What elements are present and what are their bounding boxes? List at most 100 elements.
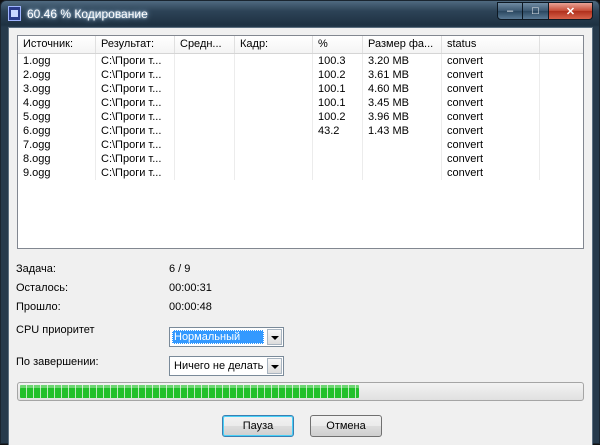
- cell-file-size: [363, 138, 442, 152]
- cell-filler: [540, 82, 583, 96]
- table-row[interactable]: 2.ogg C:\Проги т... 100.2 3.61 MB convert: [18, 68, 583, 82]
- cell-filler: [540, 54, 583, 68]
- cell-frame: [235, 110, 313, 124]
- table-row[interactable]: 1.ogg C:\Проги т... 100.3 3.20 MB convert: [18, 54, 583, 68]
- cell-source: 7.ogg: [18, 138, 96, 152]
- cell-status: convert: [442, 68, 540, 82]
- cell-percent: 100.2: [313, 68, 363, 82]
- cell-filler: [540, 166, 583, 180]
- elapsed-value: 00:00:48: [169, 301, 212, 313]
- cell-result: C:\Проги т...: [96, 54, 175, 68]
- cell-average: [175, 110, 235, 124]
- cell-frame: [235, 96, 313, 110]
- cancel-button[interactable]: Отмена: [310, 415, 382, 437]
- cell-average: [175, 54, 235, 68]
- on-finish-value: Ничего не делать: [174, 360, 264, 372]
- cell-result: C:\Проги т...: [96, 96, 175, 110]
- pause-button[interactable]: Пауза: [222, 415, 294, 437]
- cell-average: [175, 138, 235, 152]
- cell-frame: [235, 82, 313, 96]
- cell-status: convert: [442, 54, 540, 68]
- cell-filler: [540, 110, 583, 124]
- cell-percent: 43.2: [313, 124, 363, 138]
- cell-filler: [540, 68, 583, 82]
- cell-frame: [235, 166, 313, 180]
- cell-filler: [540, 96, 583, 110]
- cell-status: convert: [442, 96, 540, 110]
- chevron-down-icon[interactable]: [267, 358, 282, 374]
- cell-file-size: [363, 152, 442, 166]
- close-button[interactable]: ✕: [549, 2, 593, 20]
- cpu-priority-value: Нормальный: [172, 330, 264, 344]
- minimize-button[interactable]: –: [497, 2, 523, 20]
- table-row[interactable]: 4.ogg C:\Проги т... 100.1 3.45 MB convert: [18, 96, 583, 110]
- cell-average: [175, 68, 235, 82]
- column-header-average[interactable]: Средн...: [175, 36, 235, 53]
- cell-filler: [540, 138, 583, 152]
- list-header: Источник: Результат: Средн... Кадр: % Ра…: [18, 36, 583, 54]
- cell-frame: [235, 124, 313, 138]
- column-header-percent[interactable]: %: [313, 36, 363, 53]
- cell-result: C:\Проги т...: [96, 124, 175, 138]
- cell-average: [175, 96, 235, 110]
- cell-file-size: 4.60 MB: [363, 82, 442, 96]
- cell-source: 2.ogg: [18, 68, 96, 82]
- cell-filler: [540, 124, 583, 138]
- remaining-label: Осталось:: [16, 282, 69, 294]
- column-header-frame[interactable]: Кадр:: [235, 36, 313, 53]
- task-label: Задача:: [16, 263, 56, 275]
- column-header-filler: [540, 36, 583, 53]
- column-header-result[interactable]: Результат:: [96, 36, 175, 53]
- cell-average: [175, 124, 235, 138]
- cell-source: 9.ogg: [18, 166, 96, 180]
- cell-status: convert: [442, 166, 540, 180]
- close-icon: ✕: [565, 5, 576, 18]
- cell-file-size: 3.96 MB: [363, 110, 442, 124]
- cell-average: [175, 166, 235, 180]
- cpu-priority-label: CPU приоритет: [16, 324, 95, 336]
- cell-status: convert: [442, 152, 540, 166]
- cell-file-size: 3.45 MB: [363, 96, 442, 110]
- window-title: 60.46 % Кодирование: [27, 7, 148, 21]
- column-header-source[interactable]: Источник:: [18, 36, 96, 53]
- table-row[interactable]: 8.ogg C:\Проги т... convert: [18, 152, 583, 166]
- minimize-icon: –: [506, 5, 514, 17]
- table-row[interactable]: 7.ogg C:\Проги т... convert: [18, 138, 583, 152]
- cell-file-size: [363, 166, 442, 180]
- cell-frame: [235, 152, 313, 166]
- chevron-down-icon[interactable]: [267, 329, 282, 345]
- cell-source: 4.ogg: [18, 96, 96, 110]
- on-finish-select[interactable]: Ничего не делать: [169, 356, 284, 376]
- table-row[interactable]: 6.ogg C:\Проги т... 43.2 1.43 MB convert: [18, 124, 583, 138]
- dialog-client-area: Источник: Результат: Средн... Кадр: % Ра…: [8, 27, 593, 445]
- table-row[interactable]: 5.ogg C:\Проги т... 100.2 3.96 MB convert: [18, 110, 583, 124]
- cell-percent: 100.3: [313, 54, 363, 68]
- title-bar[interactable]: 60.46 % Кодирование – □ ✕: [1, 1, 599, 27]
- progress-fill: [20, 385, 360, 398]
- cell-frame: [235, 54, 313, 68]
- maximize-button[interactable]: □: [523, 2, 549, 20]
- cell-source: 6.ogg: [18, 124, 96, 138]
- maximize-icon: □: [532, 5, 539, 17]
- column-header-status[interactable]: status: [442, 36, 540, 53]
- cell-frame: [235, 68, 313, 82]
- list-rows: 1.ogg C:\Проги т... 100.3 3.20 MB convert 2.o…: [18, 54, 583, 180]
- table-row[interactable]: 9.ogg C:\Проги т... convert: [18, 166, 583, 180]
- encoding-progress-bar: [17, 382, 584, 401]
- remaining-value: 00:00:31: [169, 282, 212, 294]
- cell-status: convert: [442, 82, 540, 96]
- table-row[interactable]: 3.ogg C:\Проги т... 100.1 4.60 MB convert: [18, 82, 583, 96]
- column-header-file-size[interactable]: Размер фа...: [363, 36, 442, 53]
- cell-file-size: 1.43 MB: [363, 124, 442, 138]
- cell-status: convert: [442, 138, 540, 152]
- elapsed-label: Прошло:: [16, 301, 61, 313]
- cell-result: C:\Проги т...: [96, 82, 175, 96]
- cell-status: convert: [442, 110, 540, 124]
- cell-percent: [313, 138, 363, 152]
- cell-result: C:\Проги т...: [96, 138, 175, 152]
- cell-percent: 100.2: [313, 110, 363, 124]
- cell-average: [175, 152, 235, 166]
- cell-percent: 100.1: [313, 96, 363, 110]
- cpu-priority-select[interactable]: Нормальный: [169, 327, 284, 347]
- file-list[interactable]: Источник: Результат: Средн... Кадр: % Ра…: [17, 35, 584, 249]
